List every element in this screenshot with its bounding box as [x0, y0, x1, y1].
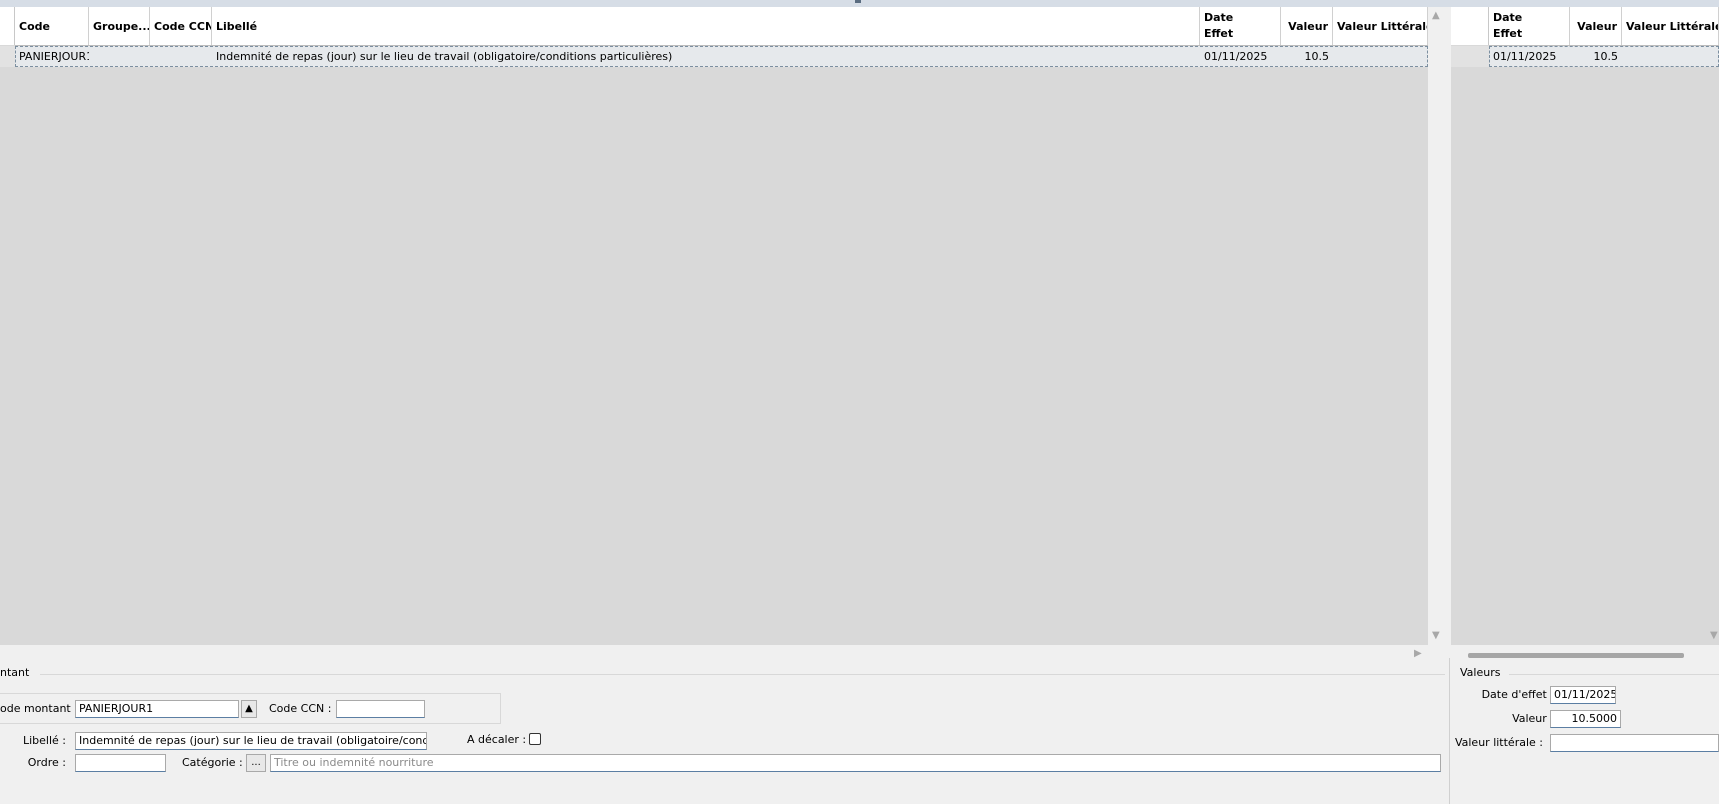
code-ccn-label: Code CCN :: [269, 702, 332, 715]
cell-code-ccn[interactable]: [150, 46, 212, 67]
montants-grid[interactable]: Code Groupe... Code CCN Libellé Date Eff…: [0, 7, 1428, 645]
column-header-valeur[interactable]: Valeur: [1281, 7, 1333, 45]
column-header-date-effet[interactable]: Date Effet: [1200, 7, 1281, 45]
libelle-label: Libellé :: [22, 734, 66, 747]
valeurs-grid[interactable]: Date Effet Valeur Valeur Littérale 01/11…: [1451, 7, 1719, 645]
valeur-litterale-label: Valeur littérale :: [1454, 736, 1543, 749]
column-header-code-ccn[interactable]: Code CCN: [150, 7, 212, 45]
libelle-field[interactable]: Indemnité de repas (jour) sur le lieu de…: [75, 732, 427, 750]
form-divider: [1449, 658, 1450, 804]
valeurs-form: Valeurs Date d'effet : 01/11/2025 Valeur…: [1451, 658, 1719, 804]
code-montant-label: ode montant :: [0, 702, 78, 715]
title-marker: [855, 0, 861, 3]
cell-libelle[interactable]: Indemnité de repas (jour) sur le lieu de…: [212, 46, 1200, 67]
cell-valeur[interactable]: 10.5: [1570, 46, 1622, 67]
scroll-down-icon[interactable]: ▼: [1432, 631, 1440, 641]
cell-valeur[interactable]: 10.5: [1281, 46, 1333, 67]
values-grid-header: Date Effet Valeur Valeur Littérale: [1489, 7, 1719, 46]
column-header-groupe[interactable]: Groupe...: [89, 7, 150, 45]
group-title-montant: ntant: [0, 666, 30, 679]
categorie-label: Catégorie :: [182, 756, 243, 769]
column-header-date-effet[interactable]: Date Effet: [1489, 7, 1570, 45]
a-decaler-checkbox[interactable]: [529, 733, 541, 745]
code-montant-field[interactable]: PANIERJOUR1: [75, 700, 239, 718]
date-effet-label: Date d'effet :: [1481, 688, 1554, 701]
valeur-litterale-field[interactable]: [1550, 734, 1719, 752]
montant-form: ntant ode montant : PANIERJOUR1 ▲ Code C…: [0, 658, 1445, 804]
column-header-valeur-litterale[interactable]: Valeur Littérale: [1333, 7, 1428, 45]
triangle-up-icon: ▲: [245, 703, 253, 714]
grid-vertical-scrollbar[interactable]: ▲ ▼: [1429, 7, 1443, 645]
cell-date-effet[interactable]: 01/11/2025: [1489, 46, 1570, 67]
group-border: [40, 674, 1445, 675]
a-decaler-label: A décaler :: [467, 733, 527, 746]
row-header-corner: [0, 7, 15, 45]
cell-date-effet[interactable]: 01/11/2025: [1200, 46, 1281, 67]
categorie-field[interactable]: Titre ou indemnité nourriture: [270, 754, 1441, 772]
table-row[interactable]: PANIERJOUR1 Indemnité de repas (jour) su…: [0, 46, 1428, 67]
cell-groupe[interactable]: [89, 46, 150, 67]
valeur-field[interactable]: 10.5000: [1550, 710, 1621, 728]
date-effet-field[interactable]: 01/11/2025: [1550, 686, 1616, 704]
cell-code[interactable]: PANIERJOUR1: [15, 46, 89, 67]
column-header-libelle[interactable]: Libellé: [212, 7, 1200, 45]
column-header-valeur[interactable]: Valeur: [1570, 7, 1622, 45]
cell-valeur-litterale[interactable]: [1622, 46, 1719, 67]
group-border: [1509, 674, 1719, 675]
scroll-up-icon[interactable]: ▲: [1432, 11, 1440, 21]
values-table-row[interactable]: 01/11/2025 10.5: [1451, 46, 1719, 67]
categorie-picker-button[interactable]: ...: [246, 754, 266, 772]
values-scroll-down-icon[interactable]: ▼: [1710, 631, 1718, 641]
code-ccn-field[interactable]: [336, 700, 425, 718]
ordre-label: Ordre :: [27, 756, 66, 769]
group-title-valeurs: Valeurs: [1460, 666, 1501, 679]
grid-header: Code Groupe... Code CCN Libellé Date Eff…: [15, 7, 1428, 46]
row-header-corner: [1451, 7, 1489, 45]
cell-valeur-litterale[interactable]: [1333, 46, 1428, 67]
column-header-code[interactable]: Code: [15, 7, 89, 45]
code-montant-spin-button[interactable]: ▲: [241, 700, 257, 718]
column-header-valeur-litterale[interactable]: Valeur Littérale: [1622, 7, 1719, 45]
window-top-strip: [0, 0, 1719, 7]
valeur-label: Valeur :: [1512, 712, 1554, 725]
ordre-field[interactable]: [75, 754, 166, 772]
